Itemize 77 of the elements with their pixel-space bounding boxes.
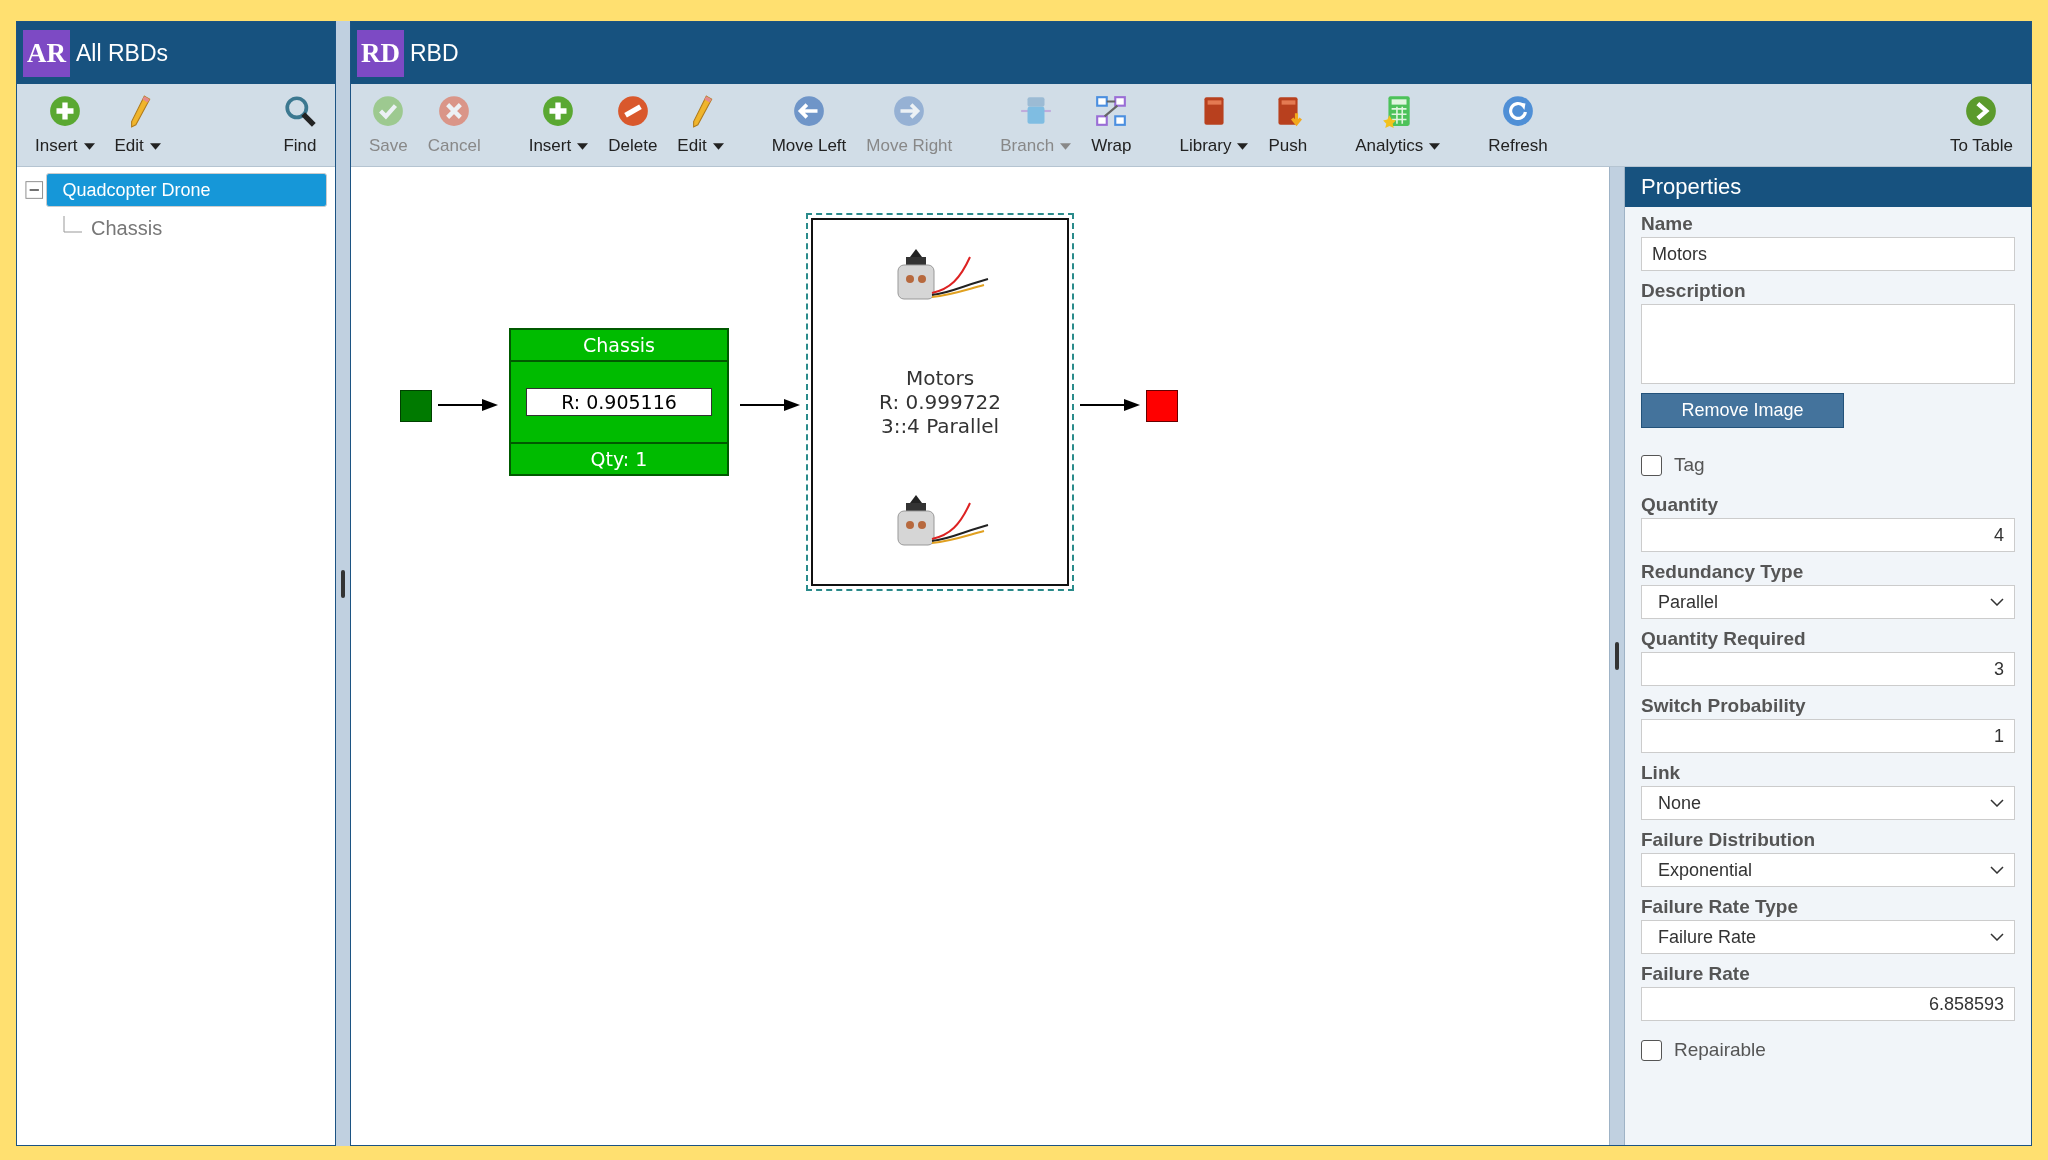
field-label: Redundancy Type [1641, 561, 1805, 583]
chevron-down-icon [1990, 799, 2004, 807]
collapse-icon[interactable] [25, 180, 44, 200]
toolbar-button[interactable]: To Table [1940, 90, 2023, 160]
input-field[interactable]: 3 [1641, 652, 2015, 686]
field-label: Name [1641, 213, 1694, 235]
field-label: Failure Rate Type [1641, 896, 1799, 918]
block-label: Motors R: 0.999722 3::4 Parallel [879, 366, 1001, 438]
splitter-handle[interactable] [1615, 642, 1619, 670]
caret-icon [149, 142, 161, 150]
field-label: Switch Probability [1641, 695, 1807, 717]
reliability-value: R: 0.905116 [526, 388, 712, 416]
properties-header: Properties [1625, 167, 2031, 207]
end-node[interactable] [1146, 390, 1178, 422]
input-field[interactable]: 6.858593 [1641, 987, 2015, 1021]
checkbox-label: Repairable [1674, 1039, 1766, 1061]
splitter-handle[interactable] [341, 569, 345, 598]
dropdown[interactable]: Exponential [1641, 853, 2015, 887]
checkbox[interactable] [1641, 454, 1662, 476]
caret-icon [577, 142, 589, 150]
toolbar-button[interactable]: Refresh [1478, 90, 1558, 160]
toolbar-button[interactable]: Edit [667, 90, 734, 160]
close-icon [437, 94, 472, 128]
caret-icon [712, 142, 724, 150]
checkbox-label: Tag [1674, 454, 1705, 476]
input-field[interactable]: Motors [1641, 237, 2015, 271]
refresh-icon [1501, 94, 1535, 128]
input-field[interactable]: 1 [1641, 719, 2015, 753]
start-node[interactable] [400, 390, 432, 422]
remove-image-button[interactable]: Remove Image [1641, 393, 1844, 428]
connector-arrow [738, 398, 802, 412]
wrap-icon [1094, 94, 1129, 128]
panel-title: RBD [410, 39, 459, 67]
field-label: Failure Distribution [1641, 829, 1817, 851]
search-icon [283, 94, 317, 128]
block-title: Chassis [511, 330, 727, 362]
field-label: Quantity [1641, 494, 1720, 516]
caret-icon [1060, 142, 1072, 150]
field-label: Failure Rate [1641, 963, 1751, 985]
checkbox[interactable] [1641, 1039, 1662, 1061]
check-icon [371, 94, 406, 128]
chevron-down-icon [1990, 933, 2004, 941]
toolbar-button[interactable]: Analytics [1345, 90, 1451, 160]
field-label: Quantity Required [1641, 628, 1807, 650]
block-quantity: Qty: 1 [589, 447, 649, 472]
dropdown[interactable]: None [1641, 786, 2015, 820]
caret-icon [83, 142, 95, 150]
logo-badge: AR [23, 29, 70, 77]
add-icon [47, 94, 82, 128]
add-icon [541, 94, 576, 128]
toolbar-button[interactable]: Move Left [761, 90, 857, 160]
field-label: Description [1641, 280, 1747, 302]
toolbar-button[interactable]: Wrap [1081, 90, 1142, 160]
toolbar-button[interactable]: Edit [104, 90, 171, 160]
panel-title: All RBDs [76, 39, 168, 67]
dropdown[interactable]: Parallel [1641, 585, 2015, 619]
caret-icon [1237, 142, 1249, 150]
input-field[interactable]: 4 [1641, 518, 2015, 552]
field-label: Link [1641, 762, 1682, 784]
tree-item[interactable]: Chassis [85, 211, 169, 245]
toolbar-button[interactable]: Insert [25, 90, 105, 160]
dropdown[interactable]: Failure Rate [1641, 920, 2015, 954]
toolbar-button[interactable]: Find [273, 90, 327, 160]
caret-icon [1429, 142, 1441, 150]
toolbar-button[interactable]: Library [1169, 90, 1259, 160]
toolbar-button[interactable]: Delete [598, 90, 668, 160]
connector-arrow [436, 398, 500, 412]
play-icon [1964, 94, 1999, 128]
redundancy-block[interactable]: Motors R: 0.999722 3::4 Parallel [811, 218, 1069, 586]
reliability-block[interactable]: Chassis R: 0.905116 Qty: 1 [509, 328, 729, 476]
logo-badge: RD [357, 29, 404, 77]
chevron-down-icon [1990, 866, 2004, 874]
toolbar-button[interactable]: Insert [518, 90, 599, 160]
toolbar-button[interactable]: Push [1258, 90, 1318, 160]
connector-arrow [1078, 398, 1142, 412]
minus-icon [615, 94, 650, 128]
chevron-down-icon [1990, 598, 2004, 606]
